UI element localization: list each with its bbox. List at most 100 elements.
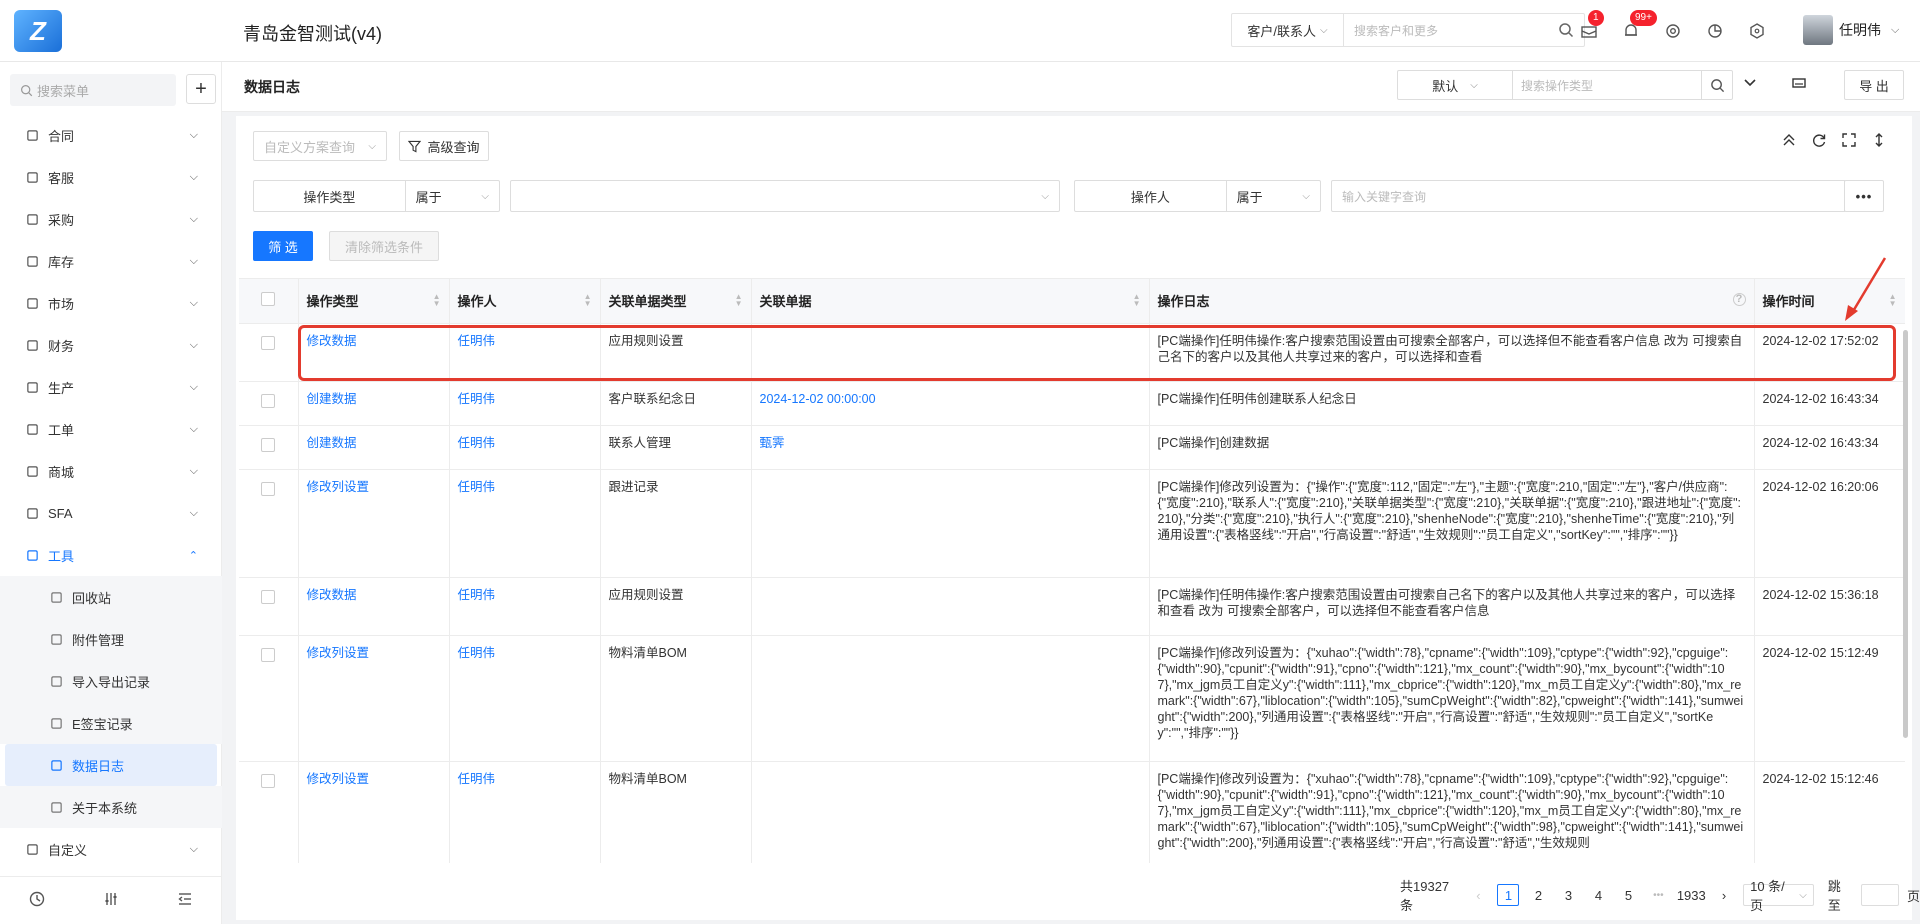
help-icon[interactable]: ? bbox=[1732, 293, 1746, 306]
sidebar-item[interactable]: 财务 ⌵ bbox=[0, 324, 222, 366]
sidebar-item[interactable]: SFA ⌵ bbox=[0, 492, 222, 534]
sidebar-item[interactable]: 合同 ⌵ bbox=[0, 114, 222, 156]
advanced-query-button[interactable]: 高级查询 bbox=[399, 131, 489, 161]
search-scope-select[interactable]: 客户/联系人 ⌵ bbox=[1232, 14, 1344, 46]
operation-search-input[interactable]: 搜索操作类型 bbox=[1512, 70, 1702, 100]
refresh-icon[interactable] bbox=[1811, 132, 1827, 151]
sort-icon[interactable]: ▲ ▼ bbox=[584, 293, 592, 308]
table-row[interactable]: 修改列设置 任明伟 物料清单BOM [PC端操作]修改列设置为：{"xuhao":{"… bbox=[239, 635, 1905, 762]
sidebar-subitem[interactable]: 导入导出记录 bbox=[0, 660, 222, 702]
column-header-operator[interactable]: 操作人 ▲ ▼ bbox=[449, 279, 601, 324]
sidebar-subitem[interactable]: 回收站 bbox=[0, 576, 222, 618]
page-last[interactable]: 1933 bbox=[1677, 884, 1706, 906]
table-row[interactable]: 创建数据 任明伟 客户联系纪念日 2024-12-02 00:00:00 [PC端操作]… bbox=[239, 381, 1905, 426]
operator-link[interactable]: 任明伟 bbox=[458, 334, 496, 348]
table-row[interactable]: 修改列设置 任明伟 物料清单BOM [PC端操作]修改列设置为：{"xuhao":{"… bbox=[239, 761, 1905, 863]
sliders-icon[interactable] bbox=[102, 890, 120, 911]
operation-type-link[interactable]: 修改数据 bbox=[307, 334, 357, 348]
column-header-doc[interactable]: 关联单据 ▲ ▼ bbox=[751, 279, 1150, 324]
sidebar-item[interactable]: 客服 ⌵ bbox=[0, 156, 222, 198]
table-row[interactable]: 修改数据 任明伟 应用规则设置 [PC端操作]任明伟操作:客户搜索范围设置由可搜索全部… bbox=[239, 323, 1905, 382]
sidebar-subitem[interactable]: 关于本系统 bbox=[0, 786, 222, 828]
more-icon[interactable]: ••• bbox=[1844, 180, 1884, 212]
operator-link[interactable]: 任明伟 bbox=[458, 646, 496, 660]
table-row[interactable]: 修改列设置 任明伟 跟进记录 [PC端操作]修改列设置为：{"操作":{"宽度":11… bbox=[239, 469, 1905, 578]
row-checkbox[interactable] bbox=[239, 635, 299, 762]
sort-icon[interactable]: ▲ ▼ bbox=[433, 293, 441, 308]
operator-link[interactable]: 任明伟 bbox=[458, 436, 496, 450]
sidebar-item-custom[interactable]: 自定义 ⌵ bbox=[0, 828, 222, 870]
global-search-input[interactable]: 搜索客户和更多 bbox=[1344, 22, 1548, 39]
sidebar-item[interactable]: 库存 ⌵ bbox=[0, 240, 222, 282]
filter-operation-type-value[interactable]: ⌵ bbox=[510, 180, 1060, 212]
chevron-down-icon[interactable] bbox=[1742, 74, 1758, 93]
sidebar-item[interactable]: 工具 ⌃ bbox=[0, 534, 222, 576]
next-page-icon[interactable]: › bbox=[1713, 884, 1735, 906]
row-checkbox[interactable] bbox=[239, 761, 299, 863]
sort-icon[interactable]: ▲ ▼ bbox=[1133, 293, 1141, 308]
jump-page-input[interactable] bbox=[1860, 884, 1899, 906]
page-3[interactable]: 3 bbox=[1557, 884, 1579, 906]
column-header-doc-type[interactable]: 关联单据类型 ▲ ▼ bbox=[600, 279, 752, 324]
related-doc-link[interactable]: 2024-12-02 00:00:00 bbox=[760, 392, 876, 406]
select-all-checkbox[interactable] bbox=[239, 279, 299, 324]
page-ellipsis[interactable]: ••• bbox=[1647, 884, 1669, 906]
sidebar-subitem[interactable]: E签宝记录 bbox=[0, 702, 222, 744]
view-select[interactable]: 默认 ⌵ bbox=[1397, 70, 1513, 100]
collapse-up-icon[interactable] bbox=[1781, 132, 1797, 151]
history-icon[interactable] bbox=[28, 890, 46, 911]
sidebar-item[interactable]: 市场 ⌵ bbox=[0, 282, 222, 324]
gear-icon[interactable] bbox=[1652, 18, 1694, 44]
operation-type-link[interactable]: 创建数据 bbox=[307, 392, 357, 406]
row-height-icon[interactable] bbox=[1871, 132, 1887, 151]
sort-icon[interactable]: ▲ ▼ bbox=[1889, 293, 1897, 308]
mail-icon[interactable]: 1 bbox=[1568, 10, 1610, 44]
operator-link[interactable]: 任明伟 bbox=[458, 772, 496, 786]
filter-operator-select[interactable]: 属于 ⌵ bbox=[406, 181, 499, 211]
related-doc-link[interactable]: 甄霁 bbox=[760, 436, 785, 450]
operator-link[interactable]: 任明伟 bbox=[458, 480, 496, 494]
operation-type-link[interactable]: 修改列设置 bbox=[307, 646, 370, 660]
sidebar-subitem[interactable]: 附件管理 bbox=[0, 618, 222, 660]
page-size-select[interactable]: 10 条/页 ⌵ bbox=[1743, 879, 1814, 913]
page-2[interactable]: 2 bbox=[1527, 884, 1549, 906]
operation-type-link[interactable]: 修改列设置 bbox=[307, 480, 370, 494]
table-row[interactable]: 创建数据 任明伟 联系人管理 甄霁 [PC端操作]创建数据 2024-12-02 16:4… bbox=[239, 425, 1905, 470]
sort-icon[interactable]: ▲ ▼ bbox=[735, 293, 743, 308]
fullscreen-icon[interactable] bbox=[1841, 132, 1857, 151]
filter-operator-select[interactable]: 属于 ⌵ bbox=[1227, 181, 1320, 211]
sidebar-subitem[interactable]: 数据日志 bbox=[5, 744, 217, 786]
app-logo[interactable]: Z bbox=[14, 10, 62, 52]
column-header-time[interactable]: 操作时间 ▲ ▼ bbox=[1754, 279, 1905, 324]
pie-chart-icon[interactable] bbox=[1694, 18, 1736, 44]
search-icon[interactable] bbox=[1701, 70, 1733, 100]
keyword-input[interactable]: 输入关键字查询 bbox=[1331, 180, 1845, 212]
bell-icon[interactable]: 99+ bbox=[1610, 10, 1657, 44]
filter-button[interactable]: 筛 选 bbox=[253, 231, 313, 261]
menu-search-input[interactable]: 搜索菜单 bbox=[10, 74, 176, 106]
operation-type-link[interactable]: 创建数据 bbox=[307, 436, 357, 450]
table-row[interactable]: 修改数据 任明伟 应用规则设置 [PC端操作]任明伟操作:客户搜索范围设置由可搜索自己… bbox=[239, 577, 1905, 636]
row-checkbox[interactable] bbox=[239, 323, 299, 382]
operation-type-link[interactable]: 修改列设置 bbox=[307, 772, 370, 786]
column-header-type[interactable]: 操作类型 ▲ ▼ bbox=[298, 279, 450, 324]
row-checkbox[interactable] bbox=[239, 381, 299, 426]
sidebar-item[interactable]: 生产 ⌵ bbox=[0, 366, 222, 408]
collapse-menu-icon[interactable] bbox=[176, 890, 194, 911]
operator-link[interactable]: 任明伟 bbox=[458, 392, 496, 406]
print-icon[interactable] bbox=[1790, 74, 1808, 95]
add-menu-button[interactable]: + bbox=[186, 74, 216, 104]
page-4[interactable]: 4 bbox=[1587, 884, 1609, 906]
sidebar-item[interactable]: 商城 ⌵ bbox=[0, 450, 222, 492]
sidebar-item[interactable]: 工单 ⌵ bbox=[0, 408, 222, 450]
page-1[interactable]: 1 bbox=[1497, 884, 1520, 906]
scheme-select[interactable]: 自定义方案查询 ⌵ bbox=[253, 131, 387, 161]
row-checkbox[interactable] bbox=[239, 469, 299, 578]
table-scrollbar[interactable] bbox=[1903, 330, 1908, 738]
user-menu[interactable]: 任明伟 ⌵ bbox=[1803, 15, 1899, 45]
row-checkbox[interactable] bbox=[239, 577, 299, 636]
clear-filter-button[interactable]: 清除筛选条件 bbox=[329, 231, 439, 261]
operation-type-link[interactable]: 修改数据 bbox=[307, 588, 357, 602]
column-header-log[interactable]: 操作日志? bbox=[1149, 279, 1755, 324]
sidebar-item[interactable]: 采购 ⌵ bbox=[0, 198, 222, 240]
